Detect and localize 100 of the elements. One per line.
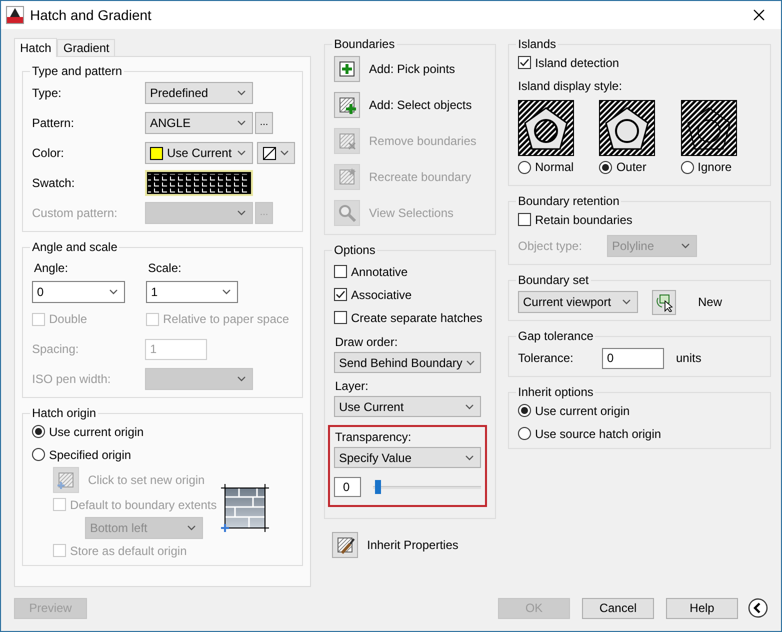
dropdown[interactable]: 1 xyxy=(146,281,238,303)
hatch-plus-icon xyxy=(337,95,357,115)
chevron-icon xyxy=(237,90,246,96)
chevron-icon xyxy=(280,150,289,156)
button-label: Click to set new origin xyxy=(88,472,205,486)
unit-label: units xyxy=(676,351,702,365)
cursor-icon xyxy=(654,292,674,312)
group-title: Options xyxy=(333,243,376,257)
checkbox[interactable] xyxy=(518,213,531,226)
icon-button[interactable] xyxy=(652,290,676,314)
radio-button[interactable] xyxy=(680,160,694,174)
slider-thumb[interactable] xyxy=(375,480,382,494)
chevron-icon xyxy=(237,150,246,156)
chevron-icon xyxy=(109,289,118,295)
group-title: Boundary set xyxy=(517,273,590,287)
dropdown[interactable]: ANGLE xyxy=(145,112,253,134)
dialog-button[interactable]: Cancel xyxy=(582,598,654,618)
radio-label: Outer xyxy=(616,160,646,174)
field-label: Transparency: xyxy=(334,430,412,446)
radio-button[interactable] xyxy=(518,404,531,417)
search-icon xyxy=(337,203,357,223)
checkbox-label: Create separate hatches xyxy=(351,310,482,324)
checkbox[interactable] xyxy=(518,56,531,69)
button-label: Recreate boundary xyxy=(369,170,472,184)
button-label: Add: Pick points xyxy=(369,62,456,76)
field-label: ISO pen width: xyxy=(32,372,112,386)
group-title: Boundaries xyxy=(333,37,396,51)
section-label: Island display style: xyxy=(518,79,622,93)
hatch-cross-icon xyxy=(337,131,357,151)
group-title: Gap tolerance xyxy=(517,329,594,343)
dropdown[interactable]: Specify Value xyxy=(334,447,481,468)
island-style-drawing xyxy=(599,100,656,156)
chevron-icon xyxy=(465,454,474,460)
button-label: New xyxy=(698,295,722,309)
radio-button[interactable] xyxy=(518,427,531,440)
group-title: Boundary retention xyxy=(517,194,620,208)
field-label: Draw order: xyxy=(334,335,399,351)
radio-button[interactable] xyxy=(599,160,612,174)
chevron-icon xyxy=(237,120,246,126)
field-label: Scale: xyxy=(147,261,182,275)
field-label: Spacing: xyxy=(32,342,80,356)
tab[interactable]: Hatch xyxy=(14,38,58,57)
dropdown[interactable]: Use Current xyxy=(334,396,481,417)
text-field[interactable]: 0 xyxy=(334,477,361,497)
close-icon xyxy=(753,9,765,21)
checkbox-label: Default to boundary extents xyxy=(70,498,217,512)
radio-label: Use source hatch origin xyxy=(535,426,662,440)
dropdown[interactable]: Current viewport xyxy=(518,291,638,313)
dropdown[interactable]: Predefined xyxy=(145,82,253,104)
checkbox[interactable] xyxy=(334,311,347,324)
browse-button[interactable]: ... xyxy=(255,112,273,134)
app-icon xyxy=(6,6,24,24)
radio-button[interactable] xyxy=(32,448,45,461)
chevron-icon xyxy=(237,210,246,216)
chevron-icon xyxy=(222,289,231,295)
chevron-icon xyxy=(465,404,474,410)
radio-label: Use current origin xyxy=(49,424,144,438)
checkmark-icon xyxy=(335,289,346,300)
collapse-button[interactable] xyxy=(748,598,768,618)
radio-label: Normal xyxy=(535,160,574,174)
field-label: Angle: xyxy=(33,261,70,275)
checkbox-label: Annotative xyxy=(351,264,408,278)
field-label: Layer: xyxy=(334,379,370,395)
icon-button[interactable] xyxy=(334,56,360,82)
checkbox-label: Island detection xyxy=(535,56,620,70)
checkmark-icon xyxy=(519,57,530,68)
field-label: Type: xyxy=(32,86,62,100)
color-dropdown[interactable]: Use Current xyxy=(145,142,253,164)
dialog-button[interactable]: Help xyxy=(666,598,738,618)
radio-button[interactable] xyxy=(518,160,531,174)
radio-label: Ignore xyxy=(698,160,732,174)
plus-icon xyxy=(337,59,357,79)
background-color-dropdown[interactable] xyxy=(257,142,295,164)
group-title: Hatch origin xyxy=(31,406,98,420)
hatch-plus-icon xyxy=(56,470,76,490)
radio-label: Use current origin xyxy=(535,404,630,418)
island-style-drawing xyxy=(518,100,574,156)
checkbox[interactable] xyxy=(334,265,347,278)
field-label: Color: xyxy=(32,146,66,160)
chevron-left-icon xyxy=(748,598,768,618)
chevron-icon xyxy=(622,299,631,305)
chevron-icon xyxy=(466,360,476,366)
checkbox-label: Relative to paper space xyxy=(163,312,290,326)
group-title: Inherit options xyxy=(517,385,594,399)
dropdown[interactable]: Send Behind Boundary xyxy=(334,352,481,373)
field-label: Swatch: xyxy=(32,176,76,190)
radio-label: Specified origin xyxy=(49,448,132,462)
group-title: Islands xyxy=(517,37,558,51)
checkbox[interactable] xyxy=(334,288,347,301)
no-fill-icon xyxy=(263,146,276,160)
button-label: View Selections xyxy=(369,206,454,220)
chevron-icon xyxy=(187,524,196,530)
field-label: Pattern: xyxy=(32,116,76,130)
brush-icon xyxy=(335,535,355,555)
radio-button[interactable] xyxy=(32,425,45,438)
field-label: Custom pattern: xyxy=(32,206,118,220)
dropdown[interactable]: 0 xyxy=(32,281,125,303)
tab[interactable]: Gradient xyxy=(57,39,116,56)
field-label: Tolerance: xyxy=(518,351,574,365)
text-field[interactable]: 0 xyxy=(602,348,664,368)
